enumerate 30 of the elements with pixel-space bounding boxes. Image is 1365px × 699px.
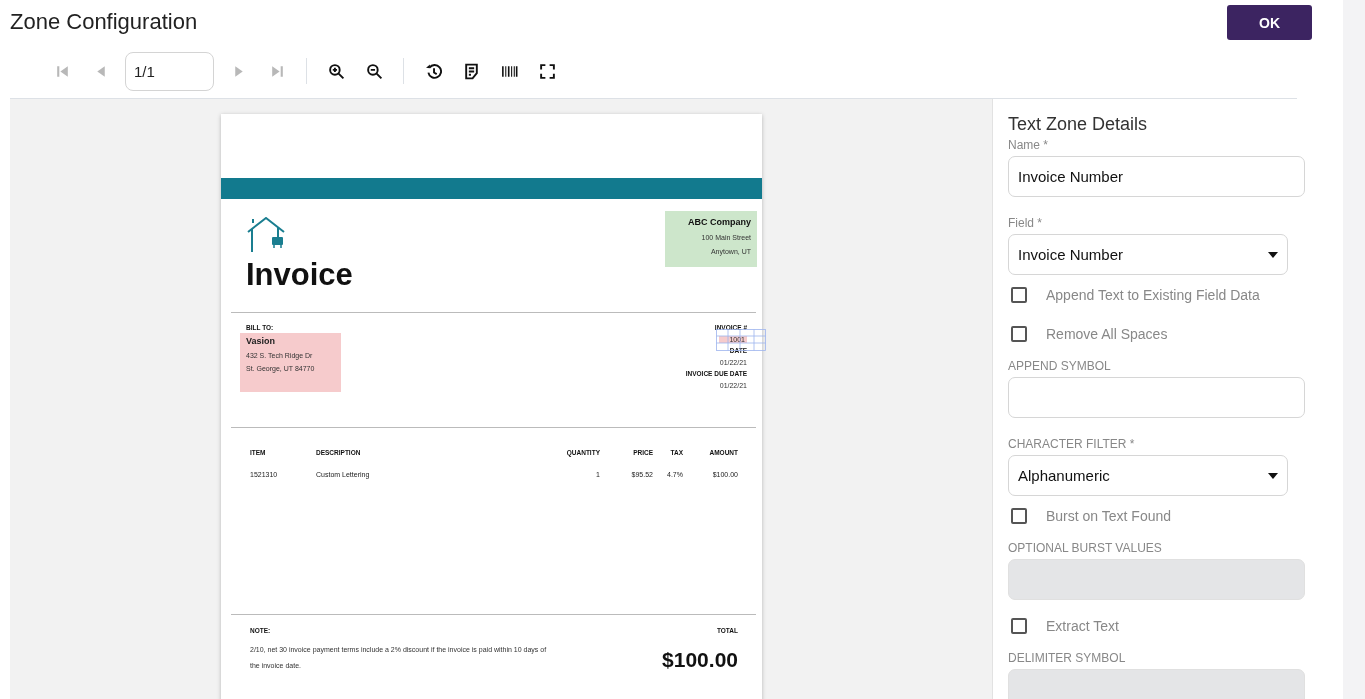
dropdown-field[interactable]: Invoice Number (1008, 234, 1288, 275)
field-label: OPTIONAL BURST VALUES (1008, 541, 1163, 555)
house-logo-icon (246, 217, 286, 253)
total-amount: $100.00 (662, 648, 738, 672)
checkbox-label: Remove All Spaces (1046, 325, 1168, 342)
company-name: ABC Company (688, 217, 751, 227)
field-label: APPEND SYMBOL (1008, 359, 1112, 373)
document-title: Invoice (246, 259, 353, 290)
checkbox-label: Append Text to Existing Field Data (1046, 286, 1260, 303)
field-label: Name * (1008, 138, 1049, 152)
dropdown-field[interactable]: Alphanumeric (1008, 455, 1288, 496)
customer-name: Vasion (246, 336, 276, 346)
checkbox[interactable] (1011, 617, 1027, 634)
dropdown-caret-icon (1268, 251, 1278, 258)
checkbox-label: Burst on Text Found (1046, 507, 1172, 524)
panel-title: Text Zone Details (1008, 114, 1149, 135)
text-input-field[interactable]: Invoice Number (1008, 156, 1305, 197)
field-label: Field * (1008, 216, 1043, 230)
field-label: DELIMITER SYMBOL (1008, 651, 1127, 665)
field-label: CHARACTER FILTER * (1008, 437, 1136, 451)
zone-grid-drawing (716, 329, 767, 351)
checkbox-label: Extract Text (1046, 617, 1119, 634)
page-title: Zone Configuration (10, 9, 198, 35)
ok-button[interactable]: OK (1227, 5, 1312, 40)
checkbox[interactable] (1011, 507, 1027, 524)
checkbox[interactable] (1011, 325, 1027, 342)
text-input-field[interactable] (1008, 377, 1305, 418)
checkbox[interactable] (1011, 286, 1027, 303)
dropdown-caret-icon (1268, 472, 1278, 479)
page-number-field[interactable]: 1/1 (125, 51, 214, 91)
